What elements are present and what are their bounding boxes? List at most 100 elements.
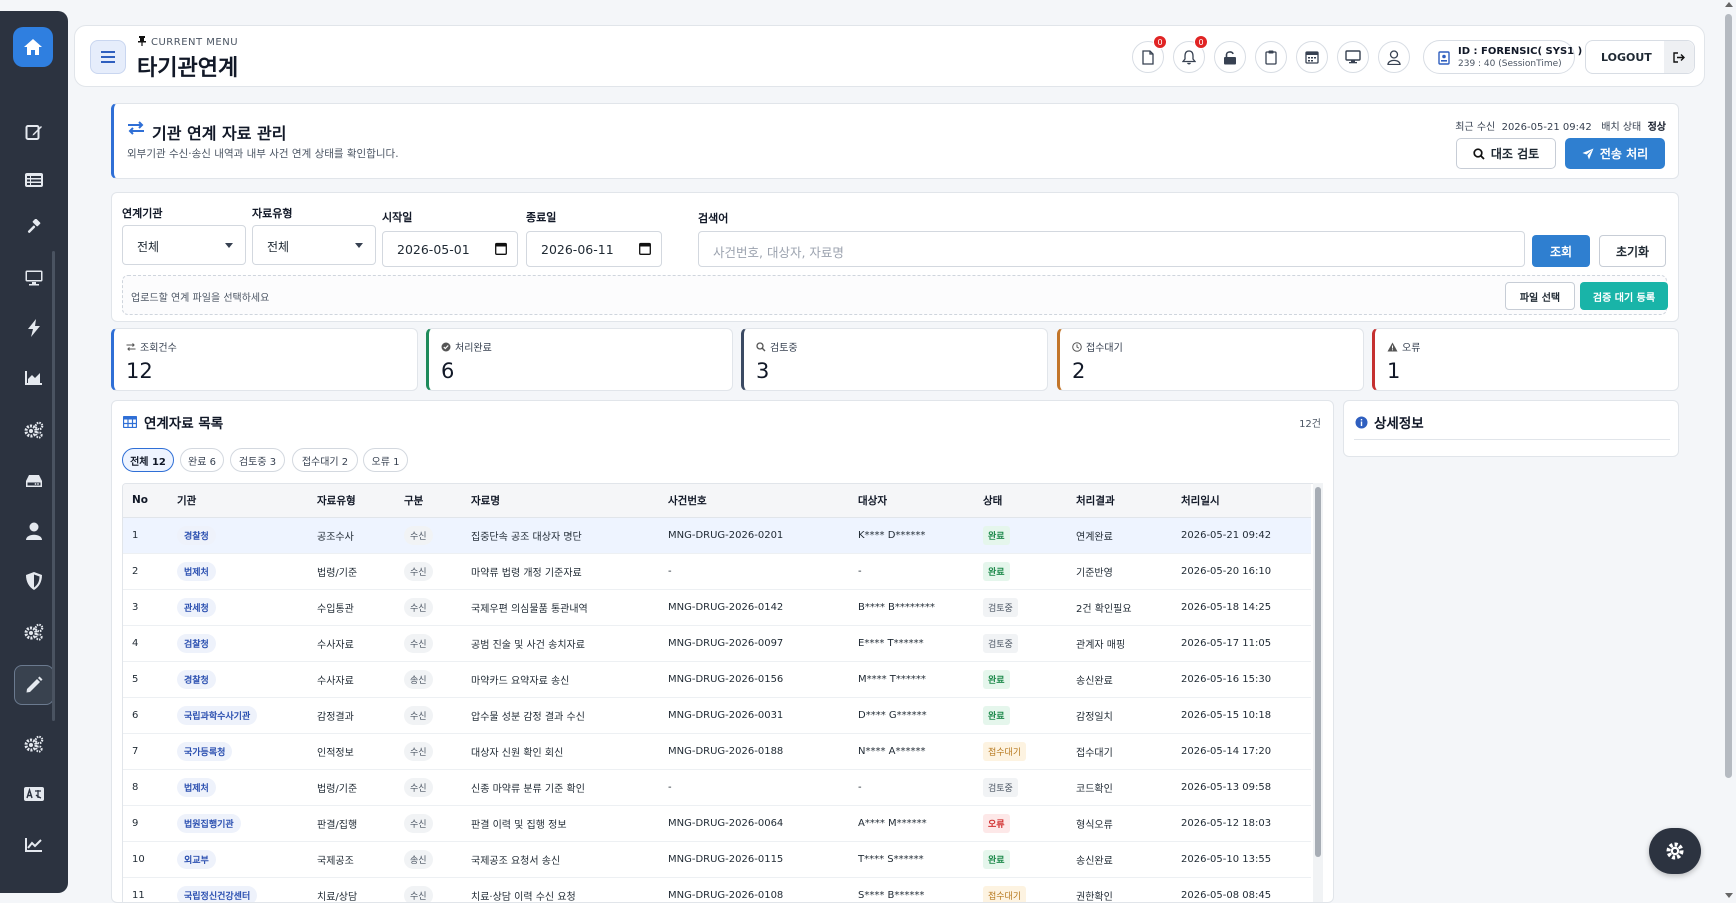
table-row[interactable]: 6 국립과학수사기관 감정결과 수신 압수물 성분 감정 결과 수신 MNG-DRUG-2… (123, 697, 1311, 734)
agency-value: 전체 (137, 240, 160, 254)
table-row[interactable]: 8 법제처 법령/기준 수신 신종 마약류 분류 기준 확인 - - 검토중 코드확인 2026-… (123, 769, 1311, 806)
clipboard-button[interactable] (1255, 41, 1287, 73)
upload-dropzone[interactable]: 업로드할 연계 파일을 선택하세요 파일 선택 검증 대기 등록 (122, 275, 1668, 315)
table-cell: 마약류 법령 개정 기준자료 (462, 553, 659, 590)
reset-button[interactable]: 초기화 (1599, 235, 1666, 267)
table-scrollbar-thumb[interactable] (1315, 487, 1321, 857)
scroll-down-arrow[interactable] (1725, 893, 1733, 898)
filter-chip-done[interactable]: 완료 6 (180, 448, 224, 472)
table-cell: - (849, 553, 974, 590)
language-icon[interactable] (14, 777, 54, 811)
gavel-icon[interactable] (14, 211, 54, 245)
cell-text: 감정일치 (1076, 711, 1113, 723)
document-icon (1142, 49, 1154, 65)
chart-area-icon[interactable] (14, 361, 54, 395)
table-row[interactable]: 5 경찰청 수사자료 송신 마약카드 요약자료 송신 MNG-DRUG-2026-0156… (123, 661, 1311, 698)
table-cell: 2건 확인필요 (1067, 589, 1172, 626)
query-button[interactable]: 조회 (1532, 235, 1590, 267)
agency-tag: 국가등록청 (177, 741, 233, 761)
page-scrollbar[interactable] (1722, 0, 1736, 903)
list-count: 12건 (1299, 419, 1321, 430)
cell-text: 형식오류 (1076, 819, 1113, 831)
cogs-icon[interactable] (14, 413, 54, 447)
table-row[interactable]: 11 국립정신건강센터 치료/상담 수신 치료·상담 이력 수신 요청 MNG-DRUG-… (123, 877, 1311, 902)
bolt-icon[interactable] (14, 311, 54, 345)
sidebar-scrollbar[interactable] (52, 251, 55, 721)
notification-button[interactable]: 0 (1173, 35, 1208, 73)
filter-chip-waiting[interactable]: 접수대기 2 (292, 448, 358, 472)
table-row[interactable]: 7 국가등록청 인적정보 수신 대상자 신원 확인 회신 MNG-DRUG-2026-01… (123, 733, 1311, 770)
status-badge: 접수대기 (983, 741, 1027, 761)
cell-text: 2 (132, 565, 139, 577)
table-cell: 공조수사 (308, 517, 395, 554)
table-row[interactable]: 1 경찰청 공조수사 수신 집중단속 공조 대상자 명단 MNG-DRUG-2026-02… (123, 517, 1311, 554)
agency-tag: 관세청 (177, 597, 216, 617)
stat-label: 조회건수 (126, 339, 177, 354)
unlock-button[interactable] (1214, 41, 1246, 73)
table-cell: 기준반영 (1067, 553, 1172, 590)
compare-review-button[interactable]: 대조 검토 (1456, 138, 1556, 169)
table-cell: 국제우편 의심물품 통관내역 (462, 589, 659, 626)
stat-label: 오류 (1387, 339, 1420, 354)
filter-chip-all[interactable]: 전체 12 (122, 448, 174, 472)
profile-button[interactable] (1378, 41, 1410, 73)
chart-line-icon[interactable] (14, 828, 54, 862)
cell-text: MNG-DRUG-2026-0201 (668, 529, 784, 541)
table-cell: 오류 (974, 805, 1067, 842)
list-icon[interactable] (14, 163, 54, 197)
table-cell: 송신완료 (1067, 841, 1172, 878)
end-date-input[interactable]: 2026-06-11 (526, 231, 662, 267)
home-icon[interactable] (13, 27, 53, 67)
filter-chip-error[interactable]: 오류 1 (363, 448, 408, 472)
type-select[interactable]: 전체 (252, 225, 376, 265)
table-cell: 법제처 (168, 553, 308, 590)
table-cell: 관계자 매핑 (1067, 625, 1172, 662)
calendar-button[interactable] (1296, 41, 1328, 73)
filter-chip-review[interactable]: 검토중 3 (230, 448, 285, 472)
cogs-icon[interactable] (14, 615, 54, 649)
page-scrollbar-thumb[interactable] (1725, 14, 1732, 778)
hamburger-menu-button[interactable] (90, 40, 126, 74)
send-process-button[interactable]: 전송 처리 (1565, 138, 1665, 169)
pen-icon[interactable] (14, 665, 54, 705)
calendar-icon[interactable] (495, 242, 507, 255)
table-row[interactable]: 3 관세청 수입통관 수신 국제우편 의심물품 통관내역 MNG-DRUG-2026-01… (123, 589, 1311, 626)
search-input[interactable]: 사건번호, 대상자, 자료명 (698, 231, 1525, 267)
stat-label: 처리완료 (441, 339, 492, 354)
scroll-up-arrow[interactable] (1725, 2, 1733, 7)
table-row[interactable]: 4 검찰청 수사자료 수신 공범 진술 및 사건 송치자료 MNG-DRUG-2026-0… (123, 625, 1311, 662)
table-cell: 경찰청 (168, 517, 308, 554)
start-date-input[interactable]: 2026-05-01 (382, 231, 518, 267)
notification-badge: 0 (1194, 35, 1208, 49)
file-select-button[interactable]: 파일 선택 (1505, 282, 1575, 310)
agency-tag: 경찰청 (177, 669, 216, 689)
calendar-icon[interactable] (639, 242, 651, 255)
floating-settings-button[interactable] (1649, 828, 1701, 874)
edit-icon[interactable] (14, 115, 54, 149)
table-row[interactable]: 10 외교부 국제공조 송신 국제공조 요청서 송신 MNG-DRUG-2026-0115… (123, 841, 1311, 878)
document-button[interactable]: 0 (1132, 35, 1167, 73)
table-cell: 판결/집행 (308, 805, 395, 842)
stat-value: 2 (1072, 359, 1086, 383)
monitor-icon[interactable] (14, 261, 54, 295)
col-header: 처리일시 (1172, 484, 1311, 518)
table-scrollbar[interactable] (1313, 483, 1323, 902)
monitor-button[interactable] (1337, 41, 1369, 73)
table-row[interactable]: 2 법제처 법령/기준 수신 마약류 법령 개정 기준자료 - - 완료 기준반영 2026-05… (123, 553, 1311, 590)
cell-text: 수사자료 (317, 639, 354, 651)
table-cell: S**** B****** (849, 877, 974, 902)
agency-select[interactable]: 전체 (122, 225, 246, 265)
shield-icon[interactable] (14, 564, 54, 598)
cogs-icon[interactable] (14, 727, 54, 761)
logout-button[interactable]: LOGOUT (1585, 40, 1695, 74)
register-verification-button[interactable]: 검증 대기 등록 (1580, 282, 1668, 310)
table-cell: MNG-DRUG-2026-0142 (659, 589, 849, 626)
table-cell: 수신 (395, 553, 462, 590)
drive-icon[interactable] (14, 464, 54, 498)
table-row[interactable]: 9 법원집행기관 판결/집행 수신 판결 이력 및 집행 정보 MNG-DRUG-2026… (123, 805, 1311, 842)
cell-text: 마약카드 요약자료 송신 (471, 675, 570, 687)
col-header: 기관 (168, 484, 308, 518)
agency-tag: 법제처 (177, 777, 216, 797)
search-placeholder: 사건번호, 대상자, 자료명 (713, 245, 844, 260)
user-icon[interactable] (14, 514, 54, 548)
